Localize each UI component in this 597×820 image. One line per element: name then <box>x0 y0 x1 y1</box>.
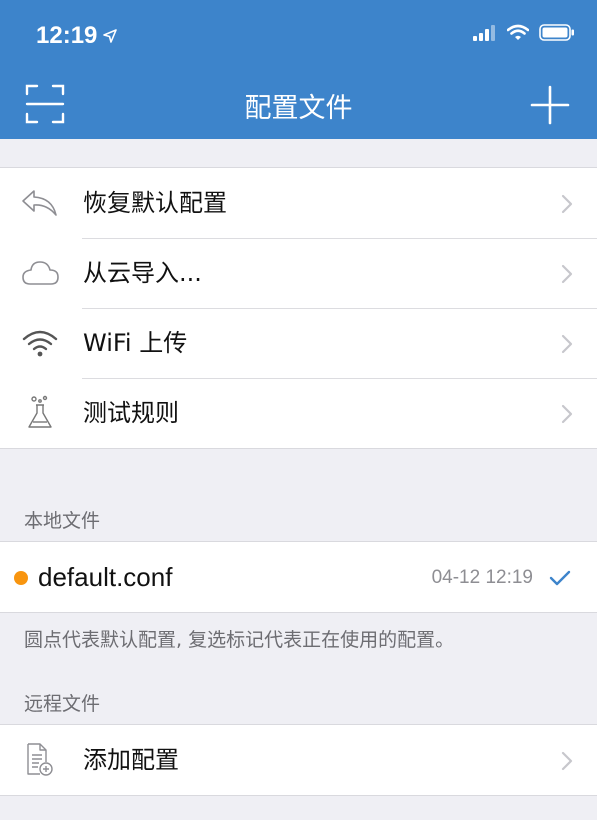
add-config-row[interactable]: 添加配置 <box>0 725 597 795</box>
cellular-signal-icon <box>473 24 495 41</box>
flask-icon <box>20 395 60 431</box>
add-config-label: 添加配置 <box>83 746 179 774</box>
time-text: 12:19 <box>36 22 98 49</box>
file-row-default-conf[interactable]: default.conf 04-12 12:19 <box>0 542 597 612</box>
test-rules-row[interactable]: 测试规则 <box>0 378 597 448</box>
wifi-icon <box>20 325 60 361</box>
checkmark-icon <box>549 570 571 586</box>
file-name: default.conf <box>38 562 173 592</box>
chevron-right-icon <box>561 334 573 354</box>
remote-files-group: 添加配置 <box>0 724 597 796</box>
header: 12:19 配置文件 <box>0 0 597 139</box>
local-files-footnote: 圆点代表默认配置, 复选标记代表正在使用的配置。 <box>24 629 455 651</box>
wifi-upload-row[interactable]: WiFi 上传 <box>0 308 597 378</box>
actions-group: 恢复默认配置 从云导入... WiFi 上传 测试规则 <box>0 167 597 449</box>
wifi-upload-label: WiFi 上传 <box>83 329 188 357</box>
status-time: 12:19 <box>36 22 118 50</box>
chevron-right-icon <box>561 751 573 771</box>
nav-bar: 配置文件 <box>0 72 597 139</box>
local-files-group: default.conf 04-12 12:19 <box>0 541 597 613</box>
local-files-heading: 本地文件 <box>24 510 101 532</box>
location-arrow-icon <box>103 29 118 43</box>
remote-files-heading: 远程文件 <box>24 693 101 715</box>
restore-default-label: 恢复默认配置 <box>83 189 227 217</box>
wifi-icon <box>507 24 529 40</box>
status-icons <box>473 24 575 41</box>
status-bar: 12:19 <box>0 0 597 72</box>
add-document-icon <box>20 742 60 778</box>
default-dot-icon <box>14 571 28 585</box>
cloud-icon <box>20 255 60 291</box>
file-time: 04-12 12:19 <box>431 567 533 588</box>
chevron-right-icon <box>561 264 573 284</box>
undo-arrow-icon <box>20 185 60 221</box>
chevron-right-icon <box>561 194 573 214</box>
page-title: 配置文件 <box>244 93 353 124</box>
test-rules-label: 测试规则 <box>83 399 179 427</box>
chevron-right-icon <box>561 404 573 424</box>
battery-icon <box>539 24 574 41</box>
restore-default-row[interactable]: 恢复默认配置 <box>0 168 597 238</box>
import-cloud-row[interactable]: 从云导入... <box>0 238 597 308</box>
plus-icon[interactable] <box>529 84 571 126</box>
import-cloud-label: 从云导入... <box>83 259 202 287</box>
